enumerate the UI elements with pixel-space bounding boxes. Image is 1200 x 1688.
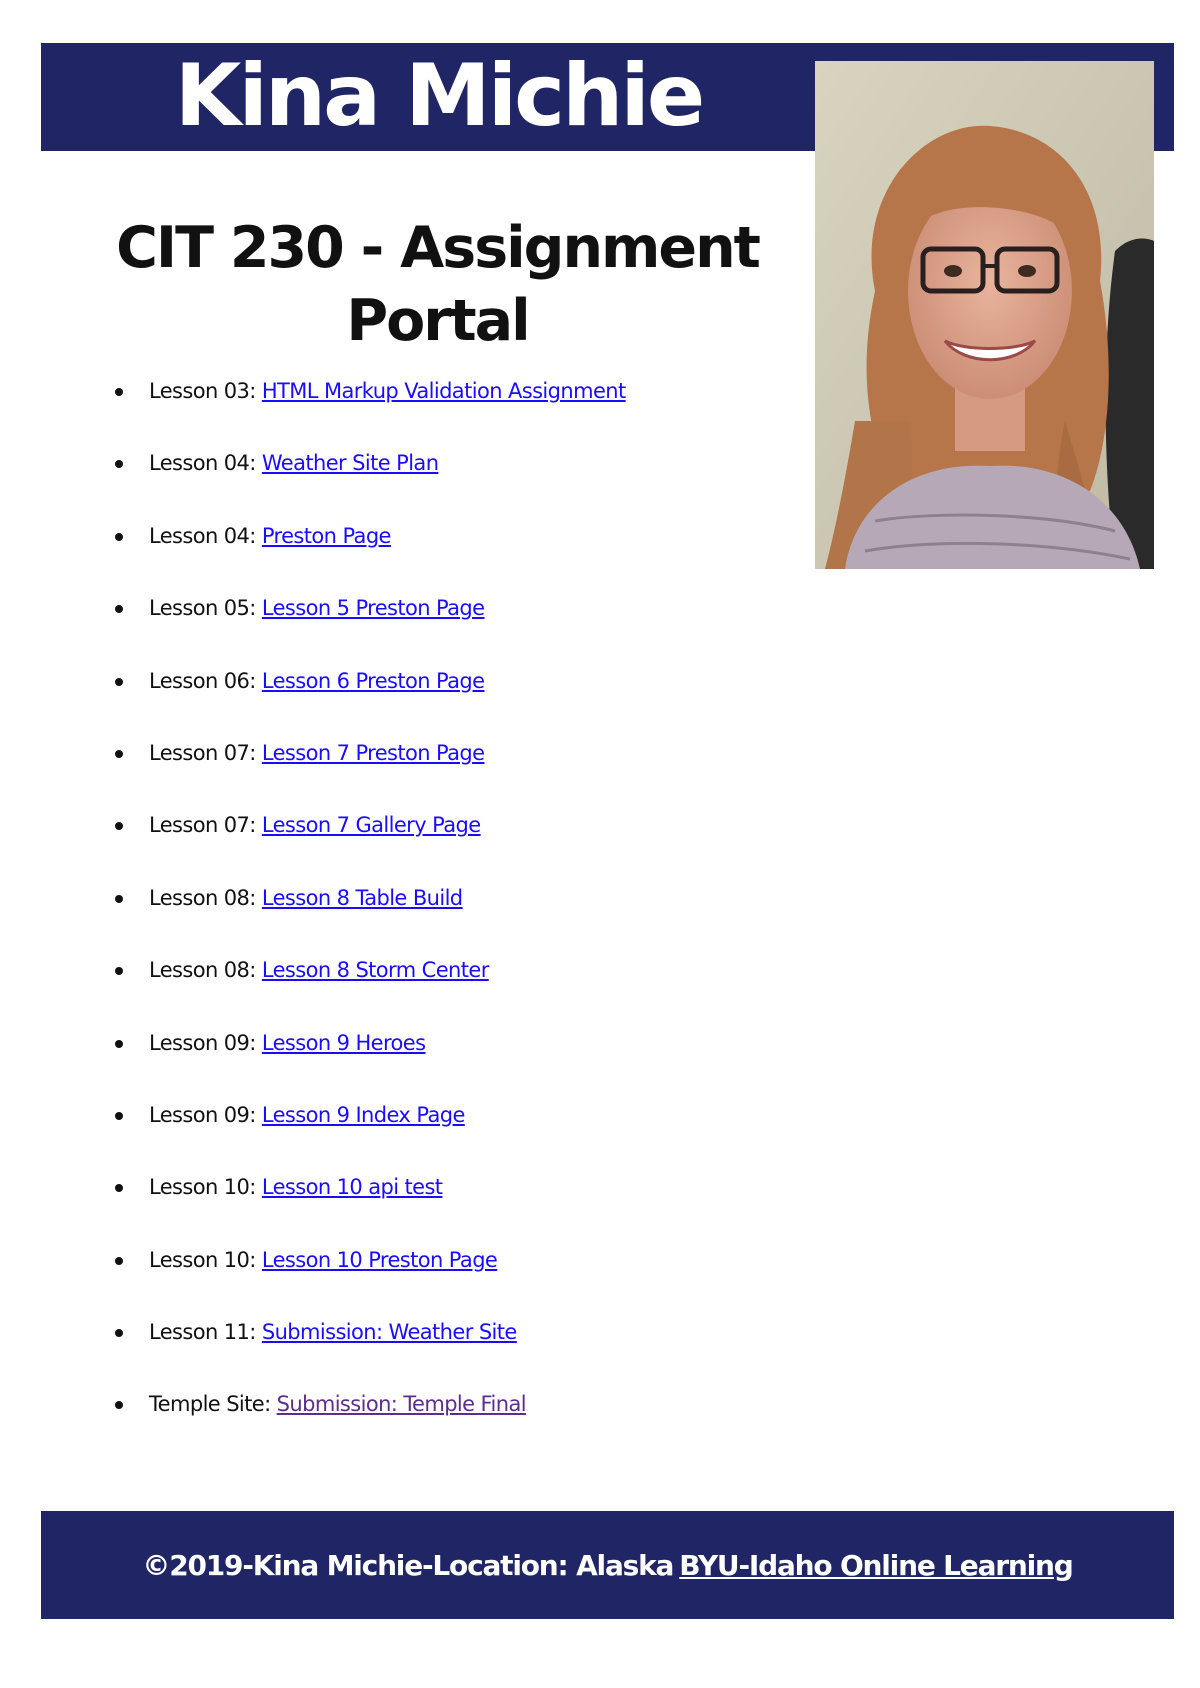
assignment-link[interactable]: Lesson 8 Table Build (262, 886, 463, 910)
lesson-label: Lesson 09: (149, 1102, 256, 1127)
assignment-link[interactable]: Preston Page (262, 524, 392, 548)
list-item: Lesson 08: Lesson 8 Storm Center (110, 955, 626, 1027)
lesson-label: Lesson 08: (149, 958, 256, 983)
byui-online-link[interactable]: BYU-Idaho Online Learning (679, 1549, 1074, 1582)
list-item: Lesson 08: Lesson 8 Table Build (110, 883, 626, 955)
assignment-link[interactable]: Lesson 8 Storm Center (262, 958, 489, 982)
bullet-icon (115, 894, 123, 903)
assignment-link[interactable]: HTML Markup Validation Assignment (262, 379, 626, 403)
footer-banner: ©2019-Kina Michie-Location: Alaska BYU-Id… (41, 1511, 1174, 1619)
assignment-link[interactable]: Lesson 10 Preston Page (262, 1248, 498, 1272)
page-heading: CIT 230 - Assignment Portal (116, 215, 761, 354)
lesson-label: Lesson 10: (149, 1175, 256, 1200)
assignment-link[interactable]: Submission: Temple Final (277, 1392, 527, 1416)
list-item: Lesson 11: Submission: Weather Site (110, 1317, 626, 1389)
bullet-icon (115, 460, 123, 469)
bullet-icon (115, 1329, 123, 1338)
list-item: Lesson 06: Lesson 6 Preston Page (110, 666, 626, 738)
bullet-icon (115, 605, 123, 614)
lesson-label: Lesson 06: (149, 668, 256, 693)
lesson-label: Lesson 05: (149, 596, 256, 621)
bullet-icon (115, 532, 123, 541)
lesson-label: Lesson 10: (149, 1247, 256, 1272)
assignment-link[interactable]: Weather Site Plan (262, 451, 439, 475)
lesson-label: Lesson 07: (149, 740, 256, 765)
lesson-label: Lesson 07: (149, 813, 256, 838)
bullet-icon (115, 1111, 123, 1120)
lesson-label: Lesson 09: (149, 1030, 256, 1055)
list-item: Lesson 03: HTML Markup Validation Assign… (110, 376, 626, 448)
bullet-icon (115, 822, 123, 831)
site-title: Kina Michie (174, 46, 705, 146)
lesson-label: Lesson 03: (149, 379, 256, 403)
assignment-link[interactable]: Lesson 10 api test (262, 1175, 443, 1199)
lesson-label: Lesson 04: (149, 523, 256, 548)
bullet-icon (115, 967, 123, 976)
assignment-link[interactable]: Submission: Weather Site (262, 1320, 518, 1344)
assignment-link[interactable]: Lesson 7 Preston Page (262, 741, 485, 765)
bullet-icon (115, 677, 123, 686)
assignment-link[interactable]: Lesson 5 Preston Page (262, 596, 485, 620)
assignment-link[interactable]: Lesson 9 Index Page (262, 1103, 466, 1127)
list-item: Lesson 05: Lesson 5 Preston Page (110, 593, 626, 665)
list-item: Lesson 10: Lesson 10 Preston Page (110, 1245, 626, 1317)
bullet-icon (115, 749, 123, 758)
list-item: Lesson 04: Weather Site Plan (110, 448, 626, 520)
profile-photo (815, 61, 1154, 569)
bullet-icon (115, 1039, 123, 1048)
assignment-list: Lesson 03: HTML Markup Validation Assign… (110, 376, 626, 1462)
lesson-label: Lesson 04: (149, 451, 256, 476)
footer-text-line: ©2019-Kina Michie-Location: Alaska BYU-Id… (142, 1548, 1074, 1582)
lesson-label: Temple Site: (149, 1392, 271, 1417)
lesson-label: Lesson 11: (149, 1320, 256, 1345)
list-item: Lesson 09: Lesson 9 Heroes (110, 1028, 626, 1100)
list-item: Lesson 09: Lesson 9 Index Page (110, 1100, 626, 1172)
bullet-icon (115, 1184, 123, 1193)
copyright-text: ©2019-Kina Michie-Location: Alaska (142, 1548, 674, 1582)
bullet-icon (115, 1401, 123, 1410)
bullet-icon (115, 388, 123, 396)
bullet-icon (115, 1256, 123, 1265)
list-item: Lesson 07: Lesson 7 Preston Page (110, 738, 626, 810)
assignment-link[interactable]: Lesson 9 Heroes (262, 1031, 426, 1055)
list-item: Lesson 10: Lesson 10 api test (110, 1172, 626, 1244)
list-item: Lesson 07: Lesson 7 Gallery Page (110, 810, 626, 882)
list-item: Lesson 04: Preston Page (110, 521, 626, 593)
lesson-label: Lesson 08: (149, 885, 256, 910)
assignment-link[interactable]: Lesson 6 Preston Page (262, 669, 485, 693)
assignment-link[interactable]: Lesson 7 Gallery Page (262, 813, 481, 837)
list-item: Temple Site: Submission: Temple Final (110, 1389, 626, 1461)
